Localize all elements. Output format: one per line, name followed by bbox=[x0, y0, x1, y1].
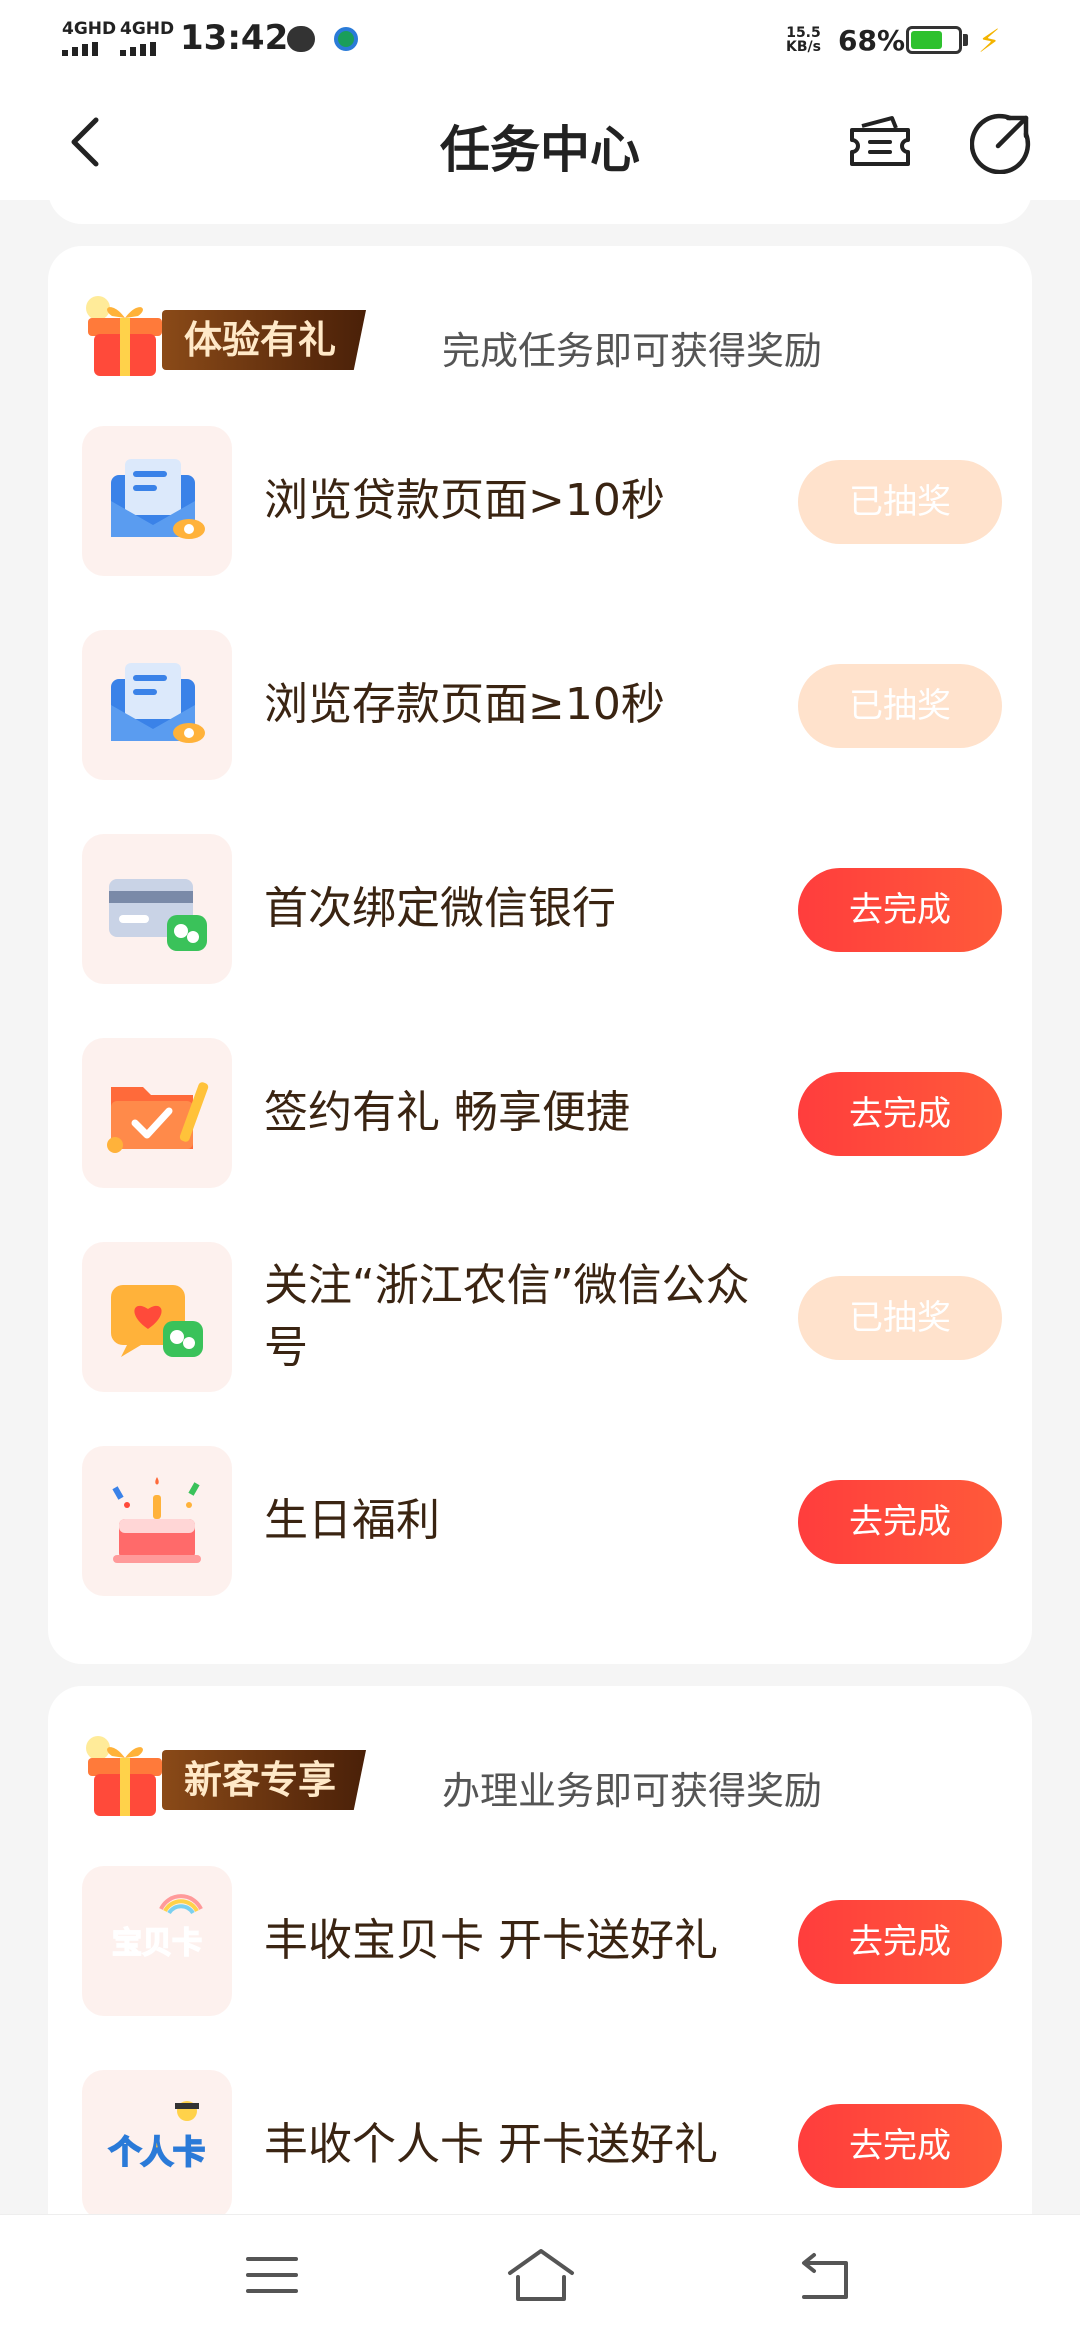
mail-eye-icon bbox=[82, 426, 232, 576]
charging-bolt-icon: ⚡ bbox=[978, 22, 1001, 60]
bank-card-wechat-icon bbox=[82, 834, 232, 984]
signal-bars-icon bbox=[120, 42, 156, 56]
signal-indicator-1: 4GHD bbox=[62, 20, 116, 56]
task-label: 浏览存款页面≥10秒 bbox=[264, 679, 665, 730]
personal-card-icon: 个人卡 bbox=[82, 2070, 232, 2220]
baobei-card-icon: 宝贝卡 bbox=[82, 1866, 232, 2016]
task-status-button[interactable]: 已抽奖 bbox=[798, 1276, 1002, 1360]
task-row: 生日福利 去完成 bbox=[82, 1446, 1002, 1596]
folder-check-icon bbox=[82, 1038, 232, 1188]
battery-level bbox=[911, 31, 942, 49]
back-icon[interactable] bbox=[796, 2251, 852, 2301]
signal-bars-icon bbox=[62, 42, 98, 56]
battery-percent: 68% bbox=[838, 24, 906, 57]
menu-icon[interactable] bbox=[246, 2253, 298, 2297]
ticket-icon[interactable] bbox=[848, 112, 912, 172]
previous-card-bottom bbox=[48, 180, 1032, 224]
battery-tip bbox=[963, 34, 968, 46]
birthday-cake-icon bbox=[82, 1446, 232, 1596]
task-status-button[interactable]: 已抽奖 bbox=[798, 460, 1002, 544]
task-label: 生日福利 bbox=[264, 1495, 440, 1546]
task-row: 浏览存款页面≥10秒 已抽奖 bbox=[82, 630, 1002, 780]
gift-icon bbox=[86, 1736, 162, 1816]
signal-label-2: 4GHD bbox=[120, 19, 175, 39]
section-tag: 新客专享 bbox=[162, 1750, 367, 1810]
section-description: 完成任务即可获得奖励 bbox=[442, 329, 823, 373]
task-status-button[interactable]: 已抽奖 bbox=[798, 664, 1002, 748]
go-complete-button[interactable]: 去完成 bbox=[798, 2104, 1002, 2188]
status-bar: 4GHD 4GHD 13:42 15.5 KB/s 68% ⚡ bbox=[0, 0, 1080, 84]
status-time: 13:42 bbox=[180, 18, 289, 58]
go-complete-button[interactable]: 去完成 bbox=[798, 868, 1002, 952]
go-complete-button[interactable]: 去完成 bbox=[798, 1900, 1002, 1984]
task-row: 关注“浙江农信”微信公众号 已抽奖 bbox=[82, 1242, 1002, 1392]
task-row: 签约有礼 畅享便捷 去完成 bbox=[82, 1038, 1002, 1188]
task-row: 宝贝卡 丰收宝贝卡 开卡送好礼 去完成 bbox=[82, 1866, 1002, 2016]
network-speed-unit: KB/s bbox=[786, 39, 821, 55]
section-header: 新客专享 办理业务即可获得奖励 bbox=[82, 1736, 982, 1816]
task-label: 丰收宝贝卡 开卡送好礼 bbox=[264, 1915, 718, 1966]
go-complete-button[interactable]: 去完成 bbox=[798, 1072, 1002, 1156]
signal-indicator-2: 4GHD bbox=[120, 20, 174, 56]
task-row: 浏览贷款页面>10秒 已抽奖 bbox=[82, 426, 1002, 576]
svg-text:个人卡: 个人卡 bbox=[109, 2133, 205, 2171]
section-description: 办理业务即可获得奖励 bbox=[442, 1769, 823, 1813]
heart-chat-wechat-icon bbox=[82, 1242, 232, 1392]
app-notification-icon bbox=[334, 27, 358, 51]
message-notification-icon bbox=[287, 26, 315, 52]
mail-eye-icon bbox=[82, 630, 232, 780]
task-label: 首次绑定微信银行 bbox=[264, 883, 616, 934]
page-title: 任务中心 bbox=[440, 121, 640, 179]
svg-text:宝贝卡: 宝贝卡 bbox=[112, 1926, 202, 1961]
system-navigation-bar bbox=[0, 2214, 1080, 2340]
go-complete-button[interactable]: 去完成 bbox=[798, 1480, 1002, 1564]
network-speed-value: 15.5 bbox=[786, 25, 821, 41]
section-tag: 体验有礼 bbox=[162, 310, 367, 370]
task-label: 签约有礼 畅享便捷 bbox=[264, 1087, 630, 1138]
task-label: 丰收个人卡 开卡送好礼 bbox=[264, 2119, 718, 2170]
task-row: 个人卡 丰收个人卡 开卡送好礼 去完成 bbox=[82, 2070, 1002, 2220]
gift-icon bbox=[86, 296, 162, 376]
home-icon[interactable] bbox=[506, 2247, 576, 2303]
share-icon[interactable] bbox=[970, 112, 1032, 174]
task-label: 浏览贷款页面>10秒 bbox=[264, 475, 665, 526]
network-speed: 15.5 KB/s bbox=[786, 26, 821, 54]
section-header: 体验有礼 完成任务即可获得奖励 bbox=[82, 296, 982, 376]
task-label: 关注“浙江农信”微信公众号 bbox=[264, 1260, 750, 1373]
task-row: 首次绑定微信银行 去完成 bbox=[82, 834, 1002, 984]
battery-icon bbox=[906, 26, 962, 54]
task-section-experience: 体验有礼 完成任务即可获得奖励 浏览贷款页面>10秒 已抽奖 浏览存款页面≥10… bbox=[48, 246, 1032, 1664]
signal-label-1: 4GHD bbox=[62, 19, 117, 39]
